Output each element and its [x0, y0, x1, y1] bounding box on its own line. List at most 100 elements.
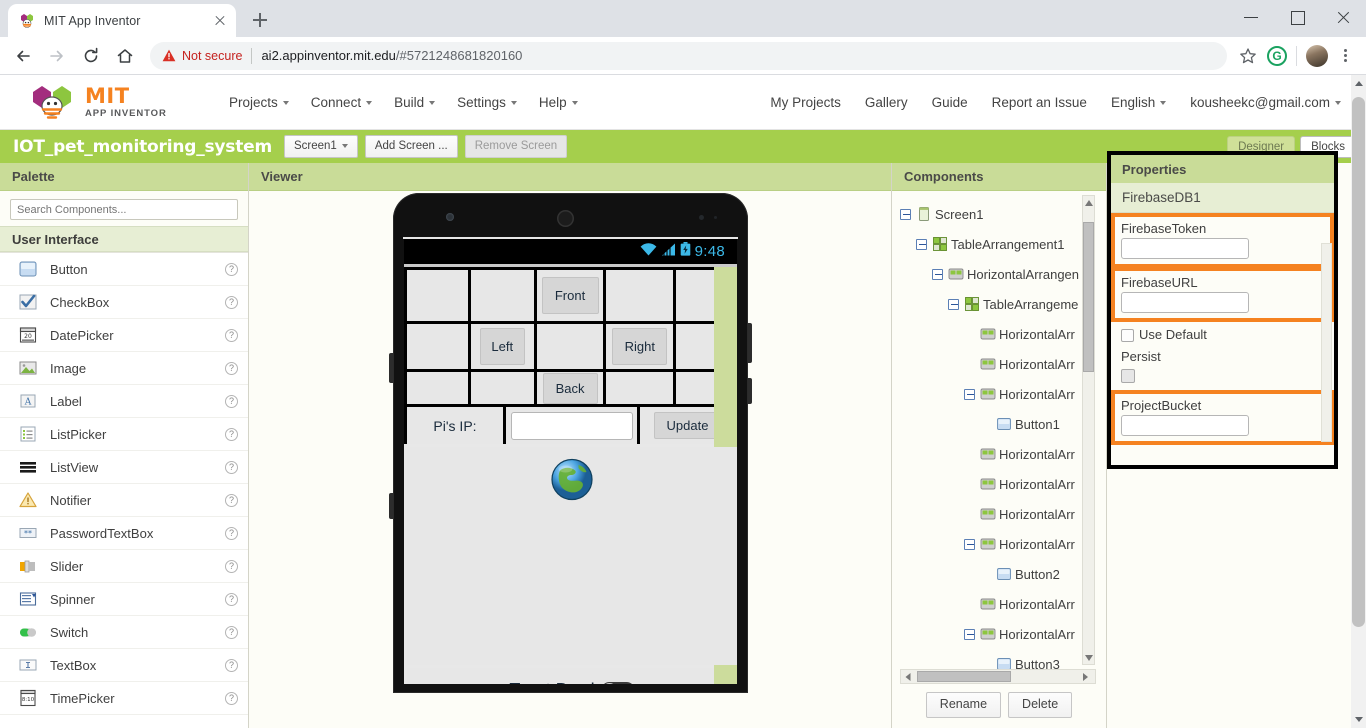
palette-item-checkbox[interactable]: CheckBox ? [0, 286, 248, 319]
help-icon[interactable]: ? [225, 329, 238, 342]
tree-item-button2[interactable]: Button2 [900, 559, 1106, 589]
help-icon[interactable]: ? [225, 494, 238, 507]
palette-item-label[interactable]: A Label ? [0, 385, 248, 418]
scrollbar-thumb[interactable] [917, 671, 1011, 682]
tree-item-horizontalarrangement[interactable]: HorizontalArr [900, 619, 1106, 649]
collapse-icon[interactable] [964, 389, 975, 400]
back-button[interactable] [8, 41, 38, 71]
collapse-icon[interactable] [964, 629, 975, 640]
nav-report-an-issue[interactable]: Report an Issue [981, 88, 1098, 117]
use-default-checkbox[interactable] [1121, 329, 1134, 342]
help-icon[interactable]: ? [225, 593, 238, 606]
menu-settings[interactable]: Settings [448, 88, 526, 117]
collapse-icon[interactable] [948, 299, 959, 310]
tree-item-horizontalarrangement[interactable]: HorizontalArrangen [900, 259, 1106, 289]
nav-my-projects[interactable]: My Projects [759, 88, 852, 117]
tree-item-tablearrangement2[interactable]: TableArrangeme [900, 289, 1106, 319]
grid-cell[interactable] [407, 372, 468, 404]
palette-item-notifier[interactable]: Notifier ? [0, 484, 248, 517]
update-button[interactable]: Update [654, 412, 722, 439]
right-button[interactable]: Right [612, 328, 667, 365]
back-button-phone[interactable]: Back [543, 373, 598, 404]
tab-close-icon[interactable] [212, 13, 228, 29]
palette-item-timepicker[interactable]: 8:10 TimePicker ? [0, 682, 248, 715]
tree-item-button1[interactable]: Button1 [900, 409, 1106, 439]
tree-item-horizontalarrangement[interactable]: HorizontalArr [900, 529, 1106, 559]
scroll-left-icon[interactable] [906, 673, 911, 681]
tree-item-button3[interactable]: Button3 [900, 649, 1106, 669]
palette-item-image[interactable]: Image ? [0, 352, 248, 385]
palette-category-user-interface[interactable]: User Interface [0, 226, 248, 252]
address-bar[interactable]: Not secure ai2.appinventor.mit.edu/#5721… [150, 42, 1227, 70]
scroll-down-icon[interactable] [1083, 651, 1094, 664]
menu-help[interactable]: Help [530, 88, 587, 117]
page-scroll-up-icon[interactable] [1351, 75, 1366, 90]
palette-item-switch[interactable]: Switch ? [0, 616, 248, 649]
help-icon[interactable]: ? [225, 461, 238, 474]
tree-item-horizontalarrangement[interactable]: HorizontalArr [900, 499, 1106, 529]
help-icon[interactable]: ? [225, 692, 238, 705]
scroll-up-icon[interactable] [1083, 196, 1094, 209]
tree-item-horizontalarrangement[interactable]: HorizontalArr [900, 349, 1106, 379]
palette-item-button[interactable]: Button ? [0, 253, 248, 286]
help-icon[interactable]: ? [225, 428, 238, 441]
help-icon[interactable]: ? [225, 659, 238, 672]
browser-tab[interactable]: MIT App Inventor [8, 4, 236, 37]
grid-cell-front[interactable]: Front [537, 270, 604, 321]
help-icon[interactable]: ? [225, 527, 238, 540]
scroll-right-icon[interactable] [1083, 673, 1088, 681]
window-maximize-button[interactable] [1274, 0, 1320, 33]
component-tree-horizontal-scrollbar[interactable] [900, 669, 1096, 684]
reload-button[interactable] [76, 41, 106, 71]
bookmark-star-icon[interactable] [1239, 47, 1257, 65]
tree-item-horizontalarrangement[interactable]: HorizontalArr [900, 379, 1106, 409]
scrollbar-thumb[interactable] [1083, 222, 1094, 372]
palette-item-listpicker[interactable]: ListPicker ? [0, 418, 248, 451]
palette-item-passwordtextbox[interactable]: ** PasswordTextBox ? [0, 517, 248, 550]
palette-item-slider[interactable]: Slider ? [0, 550, 248, 583]
grid-cell[interactable] [606, 372, 673, 404]
grid-cell[interactable] [537, 324, 604, 369]
google-account-badge[interactable]: G [1267, 46, 1287, 66]
forward-button[interactable] [42, 41, 72, 71]
new-tab-button[interactable] [246, 6, 274, 34]
collapse-icon[interactable] [900, 209, 911, 220]
help-icon[interactable]: ? [225, 626, 238, 639]
grid-cell[interactable] [471, 372, 534, 404]
grid-cell-right[interactable]: Right [606, 324, 673, 369]
collapse-icon[interactable] [932, 269, 943, 280]
grid-cell-back[interactable]: Back [537, 372, 604, 404]
nav-guide[interactable]: Guide [921, 88, 979, 117]
palette-item-datepicker[interactable]: 20 DatePicker ? [0, 319, 248, 352]
tree-item-horizontalarrangement[interactable]: HorizontalArr [900, 589, 1106, 619]
tree-item-horizontalarrangement[interactable]: HorizontalArr [900, 469, 1106, 499]
chrome-menu-icon[interactable] [1332, 43, 1358, 69]
collapse-icon[interactable] [964, 539, 975, 550]
rename-button[interactable]: Rename [926, 692, 1001, 718]
tree-item-horizontalarrangement[interactable]: HorizontalArr [900, 319, 1106, 349]
tree-item-tablearrangement1[interactable]: TableArrangement1 [900, 229, 1106, 259]
front-button[interactable]: Front [542, 277, 599, 314]
page-scrollbar-thumb[interactable] [1352, 97, 1365, 627]
component-tree-vertical-scrollbar[interactable] [1082, 195, 1095, 665]
grid-cell[interactable] [407, 270, 468, 321]
tree-item-horizontalarrangement[interactable]: HorizontalArr [900, 439, 1106, 469]
persist-checkbox[interactable] [1121, 369, 1135, 383]
grid-cell-left[interactable]: Left [471, 324, 534, 369]
web-viewer-area[interactable] [407, 447, 737, 665]
window-close-button[interactable] [1320, 0, 1366, 33]
page-scroll-down-icon[interactable] [1351, 713, 1366, 728]
palette-item-textbox[interactable]: TextBox ? [0, 649, 248, 682]
nav-account-menu[interactable]: kousheekc@gmail.com [1179, 88, 1352, 117]
nav-gallery[interactable]: Gallery [854, 88, 919, 117]
menu-projects[interactable]: Projects [220, 88, 298, 117]
ip-address-input[interactable] [511, 412, 633, 440]
palette-item-listview[interactable]: ListView ? [0, 451, 248, 484]
mit-app-inventor-logo[interactable]: MIT APP INVENTOR [28, 82, 204, 122]
properties-scrollbar[interactable] [1321, 243, 1332, 442]
project-bucket-input[interactable] [1121, 415, 1249, 436]
collapse-icon[interactable] [916, 239, 927, 250]
home-button[interactable] [110, 41, 140, 71]
nav-language-selector[interactable]: English [1100, 88, 1177, 117]
search-input[interactable] [10, 199, 238, 220]
